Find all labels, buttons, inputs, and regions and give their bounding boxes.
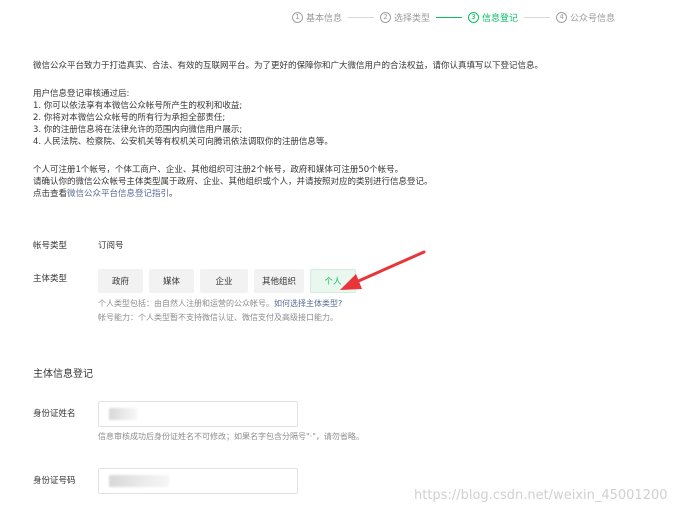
account-capability-hint: 帐号能力：个人类型暂不支持微信认证、微信支付及高级接口能力。 <box>98 313 338 322</box>
account-type-label: 帐号类型 <box>33 241 68 251</box>
guide-prefix: 点击查看 <box>33 189 68 199</box>
step-choose-type: 2 选择类型 <box>380 11 430 24</box>
redacted-value <box>109 408 137 420</box>
step-label: 公众号信息 <box>570 13 616 24</box>
subject-type-note: 请确认你的微信公众帐号主体类型属于政府、企业、其他组织或个人，并请按照对应的类别… <box>33 177 433 187</box>
step-divider <box>348 16 375 18</box>
registration-limit-note: 个人可注册1个帐号，个体工商户、企业、其他组织可注册2个帐号，政府和媒体可注册5… <box>33 165 404 175</box>
guide-suffix: 。 <box>169 189 178 199</box>
subject-type-label: 主体类型 <box>33 274 68 284</box>
step-divider <box>524 16 551 18</box>
id-name-hint: 信息审核成功后身份证姓名不可修改；如果名字包含分隔号"·"，请勿省略。 <box>98 432 364 441</box>
verify-item: 2. 你将对本微信公众帐号的所有行为承担全部责任; <box>33 113 226 123</box>
step-number: 3 <box>468 11 480 23</box>
step-basic-info: 1 基本信息 <box>292 11 342 24</box>
step-label: 选择类型 <box>394 13 431 24</box>
verify-item: 3. 你的注册信息将在法律允许的范围内向微信用户展示; <box>33 125 243 135</box>
subject-info-section-title: 主体信息登记 <box>33 369 93 380</box>
id-name-label: 身份证姓名 <box>33 409 76 419</box>
subject-type-media-button[interactable]: 媒体 <box>149 269 194 293</box>
step-label: 信息登记 <box>482 13 519 24</box>
subject-type-other-org-button[interactable]: 其他组织 <box>254 269 304 293</box>
watermark: https://blog.csdn.net/weixin_45001200 <box>414 488 668 503</box>
guide-note: 点击查看微信公众平台信息登记指引。 <box>33 188 178 200</box>
step-indicator: 1 基本信息 2 选择类型 3 信息登记 4 公众号信息 <box>292 10 615 24</box>
subject-type-individual-button[interactable]: 个人 <box>310 269 356 293</box>
step-divider <box>436 16 463 18</box>
redacted-value <box>109 475 169 487</box>
step-number: 4 <box>556 11 568 23</box>
verify-item: 4. 人民法院、检察院、公安机关等有权机关可向腾讯依法调取你的注册信息等。 <box>33 137 333 147</box>
step-account-info: 4 公众号信息 <box>556 11 615 24</box>
id-name-input[interactable] <box>98 401 298 427</box>
step-label: 基本信息 <box>306 13 343 24</box>
id-number-input[interactable] <box>98 468 298 494</box>
intro-text: 微信公众平台致力于打造真实、合法、有效的互联网平台。为了更好的保障你和广大微信用… <box>33 61 544 71</box>
step-number: 1 <box>292 11 303 23</box>
subject-type-government-button[interactable]: 政府 <box>98 269 143 293</box>
step-number: 2 <box>380 11 392 23</box>
subject-type-options: 政府 媒体 企业 其他组织 个人 <box>98 269 356 293</box>
individual-type-desc: 个人类型包括：由自然人注册和运营的公众帐号。 <box>98 299 274 308</box>
individual-type-hint: 个人类型包括：由自然人注册和运营的公众帐号。如何选择主体类型? <box>98 298 342 310</box>
subject-type-enterprise-button[interactable]: 企业 <box>200 269 248 293</box>
step-info-register: 3 信息登记 <box>468 11 518 24</box>
verify-heading: 用户信息登记审核通过后: <box>33 89 130 99</box>
id-number-label: 身份证号码 <box>33 476 76 486</box>
how-to-choose-link[interactable]: 如何选择主体类型? <box>274 299 342 308</box>
register-guide-link[interactable]: 微信公众平台信息登记指引 <box>67 189 169 199</box>
verify-item: 1. 你可以依法享有本微信公众帐号所产生的权利和收益; <box>33 101 243 111</box>
account-type-value: 订阅号 <box>98 241 124 251</box>
